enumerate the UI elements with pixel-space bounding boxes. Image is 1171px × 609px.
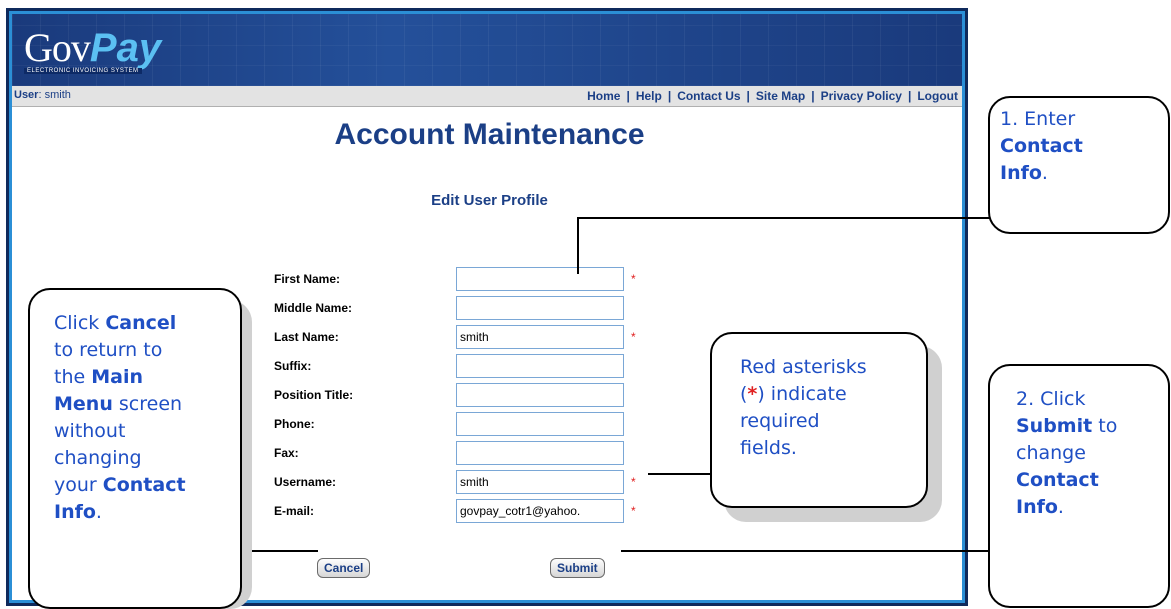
callout-text: changing xyxy=(54,447,142,469)
callout-line: Info. xyxy=(54,499,230,526)
govpay-logo[interactable]: GovPay ELECTRONIC INVOICING SYSTEM xyxy=(24,24,161,74)
callout-line: the Main xyxy=(54,364,230,391)
callout-required-fields: Red asterisks (*) indicate required fiel… xyxy=(710,332,928,508)
callout-text: screen xyxy=(112,393,183,415)
nav-privacy-policy-link[interactable]: Privacy Policy xyxy=(821,89,902,103)
callout-text: Info. xyxy=(1000,160,1158,187)
callout-submit-help: 2. Click Submit to change Contact Info. xyxy=(988,364,1170,608)
callout-line: Click Cancel xyxy=(54,310,230,337)
nav-home-link[interactable]: Home xyxy=(587,89,620,103)
callout-bold-text: Contact xyxy=(102,474,186,496)
nav-separator: | xyxy=(667,89,672,103)
username-label: Username: xyxy=(274,475,337,489)
last-name-label: Last Name: xyxy=(274,330,339,344)
callout-text: Contact xyxy=(1000,133,1158,160)
phone-label: Phone: xyxy=(274,417,315,431)
user-label: User xyxy=(14,89,39,101)
callout-bold-text: Main xyxy=(91,366,144,388)
callout-text: fields. xyxy=(740,437,797,459)
required-asterisk: * xyxy=(631,330,636,344)
callout-bold-text: Contact xyxy=(1000,135,1083,157)
cancel-button[interactable]: Cancel xyxy=(317,558,371,578)
callout-bold-text: Info xyxy=(1000,162,1042,184)
callout-text: without xyxy=(54,420,126,442)
callout-cancel-help: Click Cancel to return to the Main Menu … xyxy=(28,288,242,609)
callout-line: Contact xyxy=(1016,467,1158,494)
callout-text: your xyxy=(54,474,103,496)
middle-name-label: Middle Name: xyxy=(274,301,353,315)
callout-bold-text: Contact xyxy=(1016,469,1099,491)
email-label: E-mail: xyxy=(274,504,315,518)
suffix-field[interactable] xyxy=(456,354,624,378)
phone-field[interactable] xyxy=(456,412,624,436)
nav-logout-link[interactable]: Logout xyxy=(917,89,958,103)
callout-text: to xyxy=(1092,415,1118,437)
callout-text: . xyxy=(1057,496,1064,518)
required-asterisk: * xyxy=(631,272,636,286)
middle-name-field[interactable] xyxy=(456,296,624,320)
section-title: Edit User Profile xyxy=(431,192,548,209)
last-name-field[interactable] xyxy=(456,325,624,349)
callout-text: change xyxy=(1016,442,1086,464)
user-name: : smith xyxy=(38,89,71,101)
required-asterisk: * xyxy=(631,504,636,518)
first-name-field[interactable] xyxy=(456,267,624,291)
callout-text: 2. Click xyxy=(1016,388,1086,410)
first-name-label: First Name: xyxy=(274,272,341,286)
required-asterisk-sample: * xyxy=(747,383,758,405)
position-title-label: Position Title: xyxy=(274,388,354,402)
logo-pay-text: Pay xyxy=(89,26,162,70)
callout-text: to return to xyxy=(54,339,163,361)
nav-separator: | xyxy=(746,89,750,103)
callout-bold-text: Cancel xyxy=(105,312,177,334)
fax-label: Fax: xyxy=(274,446,299,460)
callout-bold-text: Submit xyxy=(1016,415,1093,437)
callout-text: required xyxy=(740,410,820,432)
callout-line: Submit to xyxy=(1016,413,1158,440)
callout-bold-text: Info xyxy=(54,501,96,523)
callout-text: ) indicate xyxy=(757,383,847,405)
page-title: Account Maintenance xyxy=(334,118,645,151)
callout-bold-text: Menu xyxy=(54,393,113,415)
email-field[interactable] xyxy=(456,499,624,523)
logo-gov-text: Gov xyxy=(24,25,91,70)
username-field[interactable] xyxy=(456,470,624,494)
callout-enter-contact-info: 1. Enter Contact Info. xyxy=(988,96,1170,234)
fax-field[interactable] xyxy=(456,441,624,465)
callout-text: 1. Enter xyxy=(1000,108,1076,130)
callout-line: Menu screen xyxy=(54,391,230,418)
callout-text: Red asterisks xyxy=(740,356,867,378)
nav-separator: | xyxy=(811,89,815,103)
callout-line: (*) indicate xyxy=(740,381,916,408)
required-asterisk: * xyxy=(631,475,636,489)
nav-links: Home | Help | Contact Us | Site Map | Privacy Po… xyxy=(587,89,958,103)
logo-tagline: ELECTRONIC INVOICING SYSTEM xyxy=(24,68,142,74)
header-banner: GovPay ELECTRONIC INVOICING SYSTEM xyxy=(12,14,962,86)
position-title-field[interactable] xyxy=(456,383,624,407)
nav-contact-us-link[interactable]: Contact Us xyxy=(677,89,740,103)
nav-separator: | xyxy=(907,89,912,103)
suffix-label: Suffix: xyxy=(274,359,312,373)
nav-separator: | xyxy=(626,89,630,103)
top-nav-bar: User: smith Home | Help | Contact Us | Site Ma… xyxy=(12,86,962,107)
submit-button[interactable]: Submit xyxy=(550,558,605,578)
callout-connector-line xyxy=(577,217,991,219)
callout-text: . xyxy=(1041,162,1048,184)
callout-bold-text: Info xyxy=(1016,496,1058,518)
callout-connector-line xyxy=(648,473,712,475)
callout-line: Info. xyxy=(1016,494,1158,521)
current-user: User: smith xyxy=(14,89,71,101)
nav-site-map-link[interactable]: Site Map xyxy=(756,89,805,103)
callout-connector-line xyxy=(577,218,579,274)
callout-text: . xyxy=(95,501,102,523)
callout-connector-line xyxy=(621,550,991,552)
callout-text: Click xyxy=(54,312,106,334)
callout-text: the xyxy=(54,366,92,388)
callout-line: your Contact xyxy=(54,472,230,499)
nav-help-link[interactable]: Help xyxy=(636,89,662,103)
